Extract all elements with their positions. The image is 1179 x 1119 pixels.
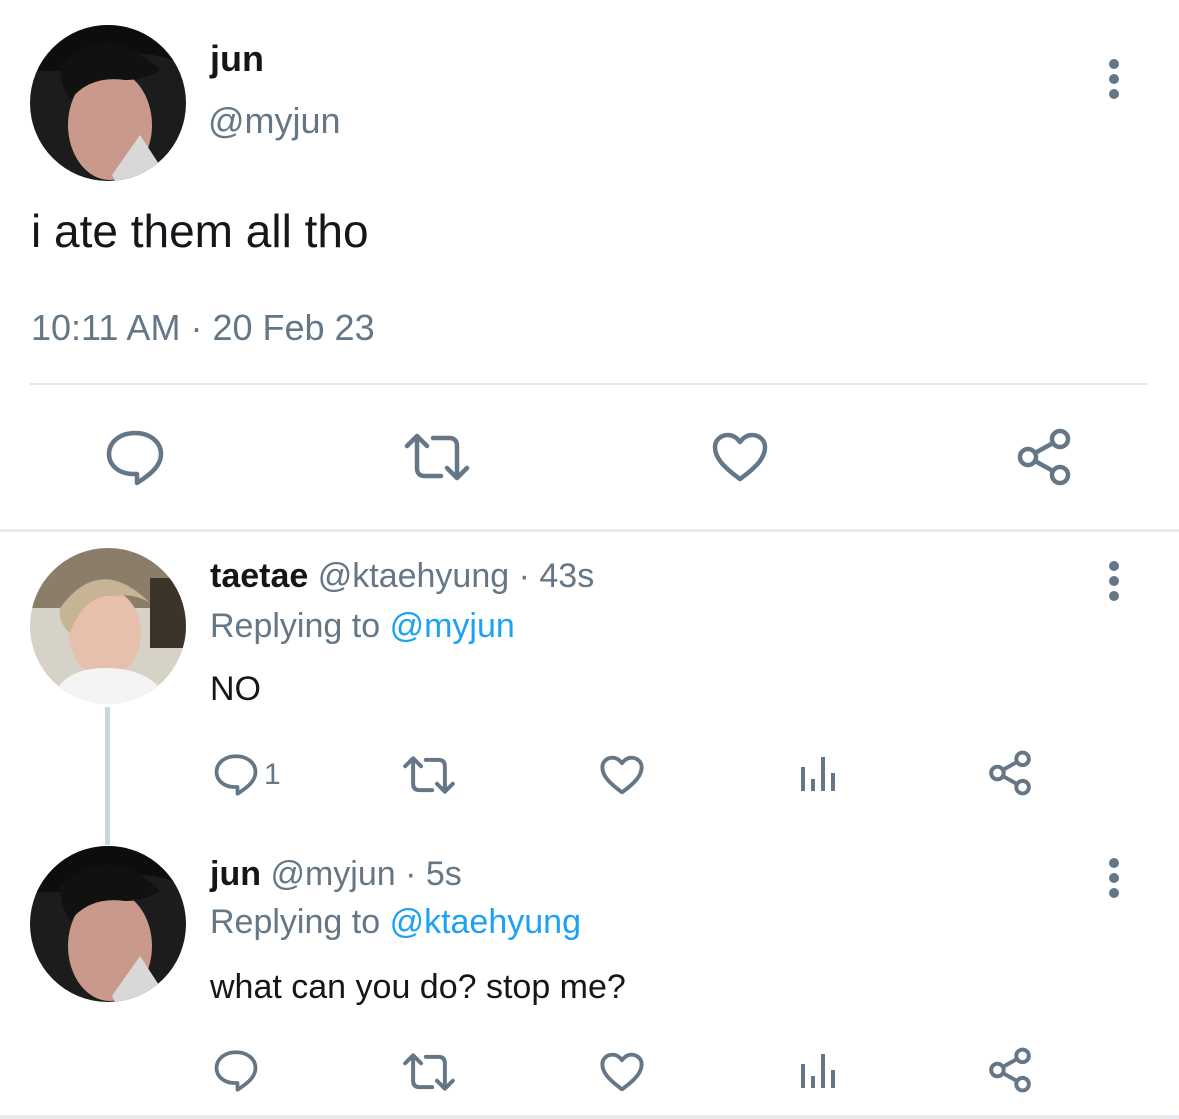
more-vertical-icon[interactable] [1104, 558, 1124, 601]
analytics-icon [801, 1054, 835, 1088]
retweet-icon [403, 1053, 455, 1091]
avatar[interactable] [30, 25, 186, 181]
retweet-button[interactable] [403, 432, 471, 482]
section-divider [0, 1115, 1179, 1119]
more-vertical-icon[interactable] [1104, 56, 1124, 99]
replying-prefix: Replying to [210, 903, 381, 941]
heart-icon [712, 432, 768, 482]
reply-header: taetae @ktaehyung · 43s [210, 557, 594, 596]
analytics-button[interactable] [800, 755, 836, 793]
mention-link[interactable]: @myjun [390, 607, 515, 645]
author-handle[interactable]: @myjun [208, 100, 341, 142]
replying-to: Replying to @myjun [210, 607, 515, 646]
reply-author-name[interactable]: taetae [210, 557, 308, 595]
thread-line [105, 707, 110, 845]
tweet-time: 10:11 AM [31, 307, 181, 348]
meta-separator: · [190, 307, 203, 348]
like-button[interactable] [712, 432, 768, 482]
tweet-text: i ate them all tho [31, 205, 369, 257]
share-icon [989, 1047, 1031, 1093]
share-icon [1017, 428, 1071, 486]
avatar[interactable] [30, 548, 186, 704]
replying-to: Replying to @ktaehyung [210, 903, 581, 942]
share-button[interactable] [1016, 428, 1072, 486]
tweet-date: 20 Feb 23 [212, 307, 375, 348]
divider [30, 383, 1148, 385]
reply-author-name[interactable]: jun [210, 855, 261, 893]
reply-count: 1 [264, 758, 281, 791]
meta-separator: · [405, 855, 417, 893]
reply-author-handle[interactable]: @myjun [270, 855, 395, 893]
reply-icon [106, 430, 164, 486]
reply-button[interactable] [214, 1050, 264, 1092]
reply-header: jun @myjun · 5s [210, 855, 462, 894]
replying-prefix: Replying to [210, 607, 381, 645]
reply-button[interactable]: 1 [214, 754, 281, 796]
like-button[interactable] [600, 1052, 644, 1092]
analytics-icon [801, 757, 835, 791]
meta-separator: · [518, 557, 530, 595]
tweet-timestamp: 10:11 AM · 20 Feb 23 [31, 307, 375, 349]
section-divider [0, 529, 1179, 532]
retweet-icon [404, 433, 470, 481]
share-icon [989, 750, 1031, 796]
reply-text: what can you do? stop me? [210, 968, 626, 1006]
like-button[interactable] [600, 755, 644, 795]
more-vertical-icon[interactable] [1104, 855, 1124, 898]
share-button[interactable] [988, 750, 1032, 796]
reply-age: 5s [425, 855, 462, 893]
avatar[interactable] [30, 846, 186, 1002]
reply-icon [214, 1050, 258, 1092]
reply-button[interactable] [106, 430, 164, 486]
share-button[interactable] [988, 1047, 1032, 1093]
mention-link[interactable]: @ktaehyung [390, 903, 581, 941]
reply-author-handle[interactable]: @ktaehyung [318, 557, 509, 595]
heart-icon [600, 1052, 644, 1092]
retweet-icon [403, 756, 455, 794]
retweet-button[interactable] [402, 1052, 456, 1092]
analytics-button[interactable] [800, 1052, 836, 1090]
reply-text: NO [210, 670, 261, 708]
heart-icon [600, 755, 644, 795]
reply-age: 43s [539, 557, 595, 595]
reply-icon [214, 754, 258, 796]
retweet-button[interactable] [402, 755, 456, 795]
author-name[interactable]: jun [210, 38, 264, 80]
